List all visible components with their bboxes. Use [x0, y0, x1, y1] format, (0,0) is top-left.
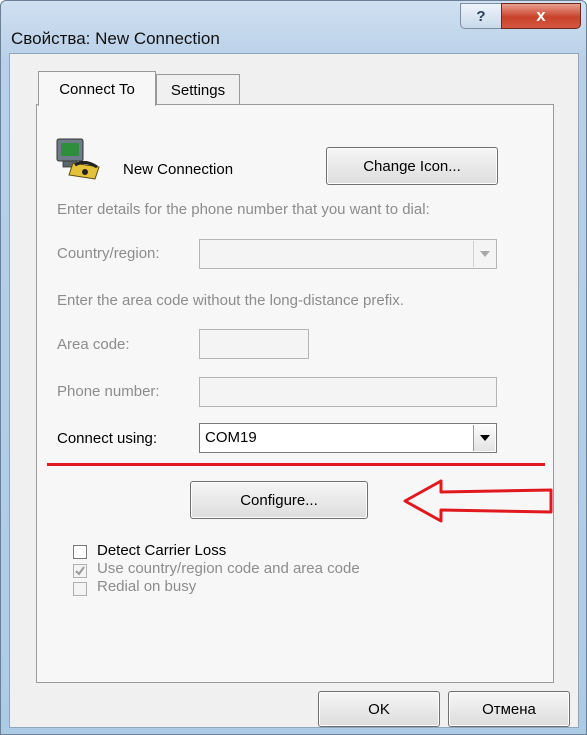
- use-country-code-checkbox[interactable]: [73, 564, 87, 578]
- window-title: Свойства: New Connection: [11, 29, 220, 48]
- configure-button-label: Configure...: [240, 491, 318, 509]
- use-country-code-label: Use country/region code and area code: [97, 560, 360, 577]
- connect-using-value: COM19: [205, 429, 257, 446]
- connect-using-label: Connect using:: [57, 430, 158, 447]
- detect-carrier-loss-checkbox[interactable]: [73, 545, 87, 559]
- help-button[interactable]: ?: [460, 3, 502, 29]
- properties-dialog: Свойства: New Connection ? x Connect To …: [0, 0, 587, 735]
- tab-connect-to-label: Connect To: [59, 80, 135, 98]
- configure-button[interactable]: Configure...: [190, 481, 368, 519]
- phone-computer-icon: [55, 137, 103, 181]
- phone-number-input[interactable]: [199, 377, 497, 407]
- tab-panel-connect-to: New Connection Change Icon... Enter deta…: [36, 104, 554, 683]
- redial-on-busy-label: Redial on busy: [97, 578, 197, 595]
- country-label: Country/region:: [57, 245, 160, 262]
- help-icon: ?: [476, 7, 486, 25]
- phone-instructions: Enter details for the phone number that …: [57, 201, 430, 218]
- dialog-body: Connect To Settings New Connection Chang…: [9, 53, 579, 728]
- cancel-button-label: Отмена: [482, 700, 536, 718]
- tab-connect-to[interactable]: Connect To: [38, 71, 156, 106]
- detect-carrier-loss-label: Detect Carrier Loss: [97, 542, 227, 559]
- close-button[interactable]: x: [501, 3, 581, 29]
- ok-button[interactable]: OK: [318, 691, 440, 727]
- annotation-underline: [47, 463, 545, 466]
- country-select[interactable]: [199, 239, 497, 269]
- annotation-arrow-icon: [401, 477, 557, 525]
- area-code-input[interactable]: [199, 329, 309, 359]
- area-instructions: Enter the area code without the long-dis…: [57, 292, 404, 309]
- cancel-button[interactable]: Отмена: [448, 691, 570, 727]
- connect-using-select[interactable]: COM19: [199, 423, 497, 453]
- tab-settings-label: Settings: [170, 81, 226, 99]
- chevron-down-icon[interactable]: [473, 425, 495, 451]
- change-icon-button[interactable]: Change Icon...: [326, 147, 498, 185]
- title-bar[interactable]: Свойства: New Connection ? x: [1, 1, 586, 53]
- phone-number-label: Phone number:: [57, 383, 160, 400]
- change-icon-button-label: Change Icon...: [363, 157, 461, 175]
- redial-on-busy-checkbox[interactable]: [73, 582, 87, 596]
- area-code-label: Area code:: [57, 336, 130, 353]
- connection-name: New Connection: [123, 161, 234, 178]
- close-icon: x: [536, 6, 546, 25]
- ok-button-label: OK: [368, 700, 390, 718]
- tab-settings[interactable]: Settings: [156, 74, 240, 105]
- checkmark-icon: [75, 566, 85, 576]
- chevron-down-icon[interactable]: [473, 241, 495, 267]
